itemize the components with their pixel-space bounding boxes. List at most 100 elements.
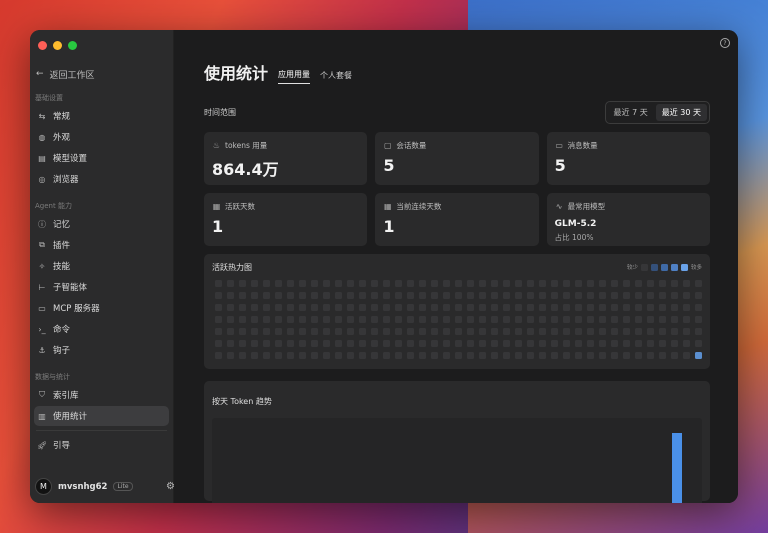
heatmap-cell[interactable] xyxy=(683,352,690,359)
heatmap-cell[interactable] xyxy=(263,328,270,335)
heatmap-cell[interactable] xyxy=(503,340,510,347)
tab-app-usage[interactable]: 应用用量 xyxy=(278,69,311,84)
heatmap-cell[interactable] xyxy=(407,316,414,323)
heatmap-cell[interactable] xyxy=(287,304,294,311)
heatmap-cell[interactable] xyxy=(491,292,498,299)
heatmap-cell[interactable] xyxy=(659,328,666,335)
sidebar-item-commands[interactable]: ›_ 命令 xyxy=(34,319,169,339)
heatmap-cell[interactable] xyxy=(539,316,546,323)
heatmap-cell[interactable] xyxy=(431,328,438,335)
heatmap-cell[interactable] xyxy=(215,280,222,287)
heatmap-cell[interactable] xyxy=(599,280,606,287)
heatmap-cell[interactable] xyxy=(227,292,234,299)
heatmap-cell[interactable] xyxy=(371,280,378,287)
heatmap-cell[interactable] xyxy=(467,316,474,323)
heatmap-cell[interactable] xyxy=(647,292,654,299)
heatmap-cell[interactable] xyxy=(383,328,390,335)
minimize-window-button[interactable] xyxy=(53,40,62,50)
heatmap-cell[interactable] xyxy=(683,304,690,311)
heatmap-cell[interactable] xyxy=(611,340,618,347)
heatmap-cell[interactable] xyxy=(239,328,246,335)
heatmap-cell[interactable] xyxy=(455,340,462,347)
heatmap-cell[interactable] xyxy=(251,304,258,311)
heatmap-cell[interactable] xyxy=(251,328,258,335)
heatmap-cell[interactable] xyxy=(455,352,462,359)
heatmap-cell[interactable] xyxy=(215,352,222,359)
heatmap-cell[interactable] xyxy=(431,340,438,347)
heatmap-cell[interactable] xyxy=(347,340,354,347)
heatmap-cell[interactable] xyxy=(503,280,510,287)
heatmap-cell[interactable] xyxy=(275,340,282,347)
heatmap-cell[interactable] xyxy=(299,340,306,347)
heatmap-cell[interactable] xyxy=(479,340,486,347)
heatmap-cell[interactable] xyxy=(491,316,498,323)
heatmap-cell[interactable] xyxy=(407,352,414,359)
avatar[interactable]: M xyxy=(35,478,52,495)
heatmap-cell[interactable] xyxy=(311,328,318,335)
heatmap-cell[interactable] xyxy=(515,316,522,323)
heatmap-cell[interactable] xyxy=(635,304,642,311)
heatmap-cell[interactable] xyxy=(239,340,246,347)
heatmap-cell[interactable] xyxy=(275,304,282,311)
heatmap-cell[interactable] xyxy=(239,292,246,299)
heatmap-cell[interactable] xyxy=(635,340,642,347)
heatmap-cell[interactable] xyxy=(611,328,618,335)
heatmap-cell[interactable] xyxy=(383,352,390,359)
heatmap-cell[interactable] xyxy=(671,280,678,287)
heatmap-cell[interactable] xyxy=(311,340,318,347)
heatmap-cell[interactable] xyxy=(479,292,486,299)
heatmap-cell[interactable] xyxy=(323,304,330,311)
heatmap-cell[interactable] xyxy=(311,352,318,359)
heatmap-cell[interactable] xyxy=(467,292,474,299)
heatmap-cell[interactable] xyxy=(515,352,522,359)
heatmap-cell[interactable] xyxy=(347,352,354,359)
heatmap-cell[interactable] xyxy=(251,352,258,359)
heatmap-cell[interactable] xyxy=(695,280,702,287)
heatmap-cell[interactable] xyxy=(359,328,366,335)
heatmap-cell[interactable] xyxy=(563,328,570,335)
heatmap-cell[interactable] xyxy=(419,304,426,311)
heatmap-cell[interactable] xyxy=(527,280,534,287)
heatmap-cell[interactable] xyxy=(335,304,342,311)
heatmap-cell[interactable] xyxy=(527,292,534,299)
heatmap-cell[interactable] xyxy=(395,352,402,359)
heatmap-cell[interactable] xyxy=(263,316,270,323)
heatmap-cell[interactable] xyxy=(299,316,306,323)
heatmap-cell[interactable] xyxy=(671,304,678,311)
heatmap-cell[interactable] xyxy=(419,352,426,359)
heatmap-cell[interactable] xyxy=(623,292,630,299)
heatmap-cell[interactable] xyxy=(443,304,450,311)
heatmap-cell[interactable] xyxy=(551,316,558,323)
heatmap-cell[interactable] xyxy=(275,328,282,335)
heatmap-cell[interactable] xyxy=(479,352,486,359)
heatmap-cell[interactable] xyxy=(395,340,402,347)
heatmap-cell[interactable] xyxy=(323,328,330,335)
heatmap-cell[interactable] xyxy=(227,328,234,335)
heatmap-cell[interactable] xyxy=(455,328,462,335)
heatmap-cell[interactable] xyxy=(599,328,606,335)
heatmap-cell[interactable] xyxy=(275,316,282,323)
heatmap-cell[interactable] xyxy=(635,328,642,335)
heatmap-cell[interactable] xyxy=(635,292,642,299)
heatmap-cell[interactable] xyxy=(671,316,678,323)
heatmap-cell[interactable] xyxy=(503,292,510,299)
heatmap-cell[interactable] xyxy=(599,292,606,299)
heatmap-cell[interactable] xyxy=(215,328,222,335)
sidebar-item-guide[interactable]: 🚀︎ 引导 xyxy=(34,435,169,455)
heatmap-cell[interactable] xyxy=(587,280,594,287)
heatmap-cell[interactable] xyxy=(575,328,582,335)
heatmap-cell[interactable] xyxy=(407,292,414,299)
heatmap-cell[interactable] xyxy=(563,304,570,311)
heatmap-cell[interactable] xyxy=(467,352,474,359)
heatmap-cell[interactable] xyxy=(215,316,222,323)
heatmap-cell[interactable] xyxy=(371,316,378,323)
heatmap-cell[interactable] xyxy=(467,280,474,287)
heatmap-cell[interactable] xyxy=(671,292,678,299)
heatmap-cell[interactable] xyxy=(623,328,630,335)
heatmap-cell[interactable] xyxy=(599,304,606,311)
heatmap-cell[interactable] xyxy=(287,340,294,347)
heatmap-cell[interactable] xyxy=(683,292,690,299)
sidebar-item-plugins[interactable]: ⧉ 插件 xyxy=(34,235,169,255)
heatmap-cell[interactable] xyxy=(395,328,402,335)
heatmap-cell[interactable] xyxy=(611,352,618,359)
